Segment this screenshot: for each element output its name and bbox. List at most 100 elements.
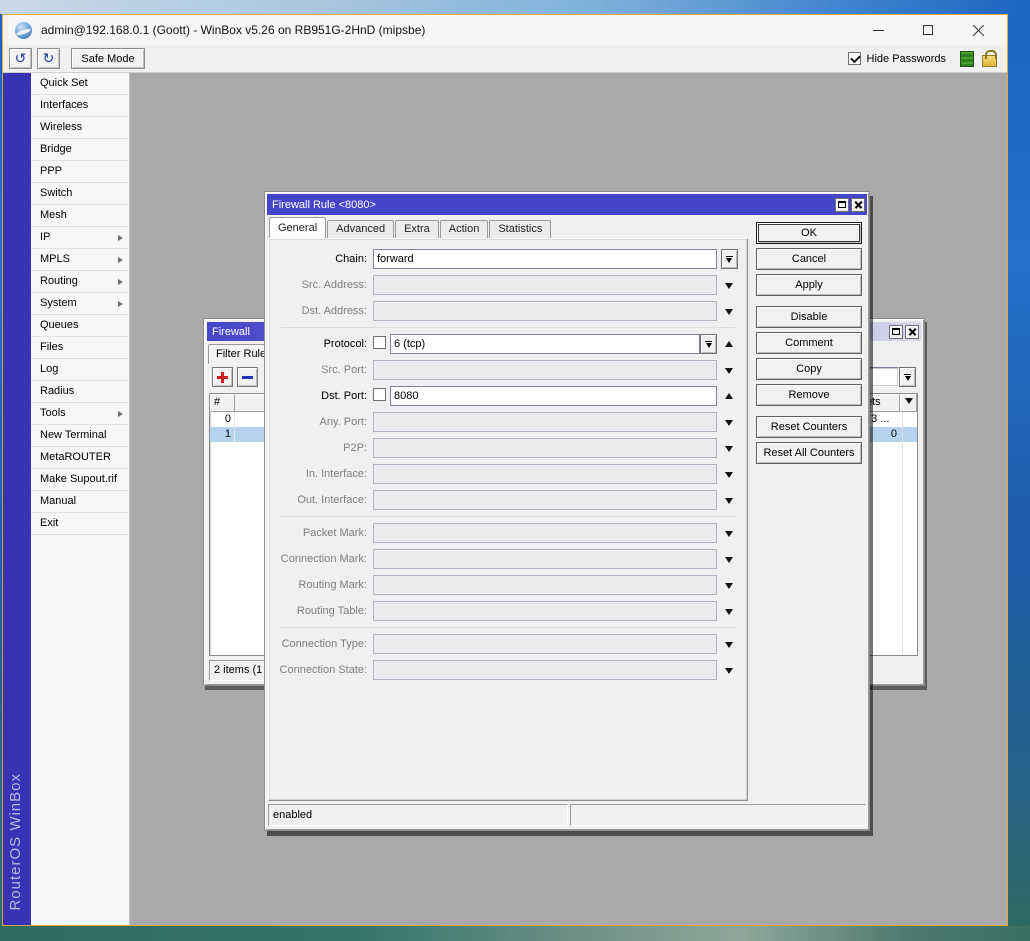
expand-down-arrow-icon[interactable] (725, 445, 733, 456)
dialog-maximize-button[interactable] (835, 197, 849, 212)
form-row: Chain: forward (269, 249, 741, 269)
field-input[interactable] (373, 464, 717, 484)
field-input[interactable]: forward (373, 249, 717, 269)
maximize-button[interactable] (919, 21, 937, 39)
dialog-button[interactable]: Comment (756, 332, 862, 354)
dialog-button[interactable]: Reset Counters (756, 416, 862, 438)
form-row: Routing Table: (269, 601, 741, 621)
main-titlebar[interactable]: admin@192.168.0.1 (Goott) - WinBox v5.26… (3, 15, 1007, 45)
undo-button[interactable] (9, 48, 32, 69)
field-input[interactable] (373, 301, 717, 321)
dialog-tab[interactable]: Statistics (489, 220, 552, 238)
expand-down-arrow-icon[interactable] (725, 419, 733, 430)
form-row: Routing Mark: (269, 575, 741, 595)
sidebar-item[interactable]: Queues (31, 315, 129, 337)
field-label: Dst. Port: (321, 390, 367, 402)
sidebar-item[interactable]: Tools (31, 403, 129, 425)
form-row: Protocol: 6 (tcp) (269, 334, 741, 354)
add-rule-button[interactable] (212, 367, 233, 387)
sidebar-item[interactable]: MPLS (31, 249, 129, 271)
field-input[interactable] (373, 575, 717, 595)
field-input[interactable] (373, 412, 717, 432)
dialog-tab[interactable]: Extra (395, 220, 439, 238)
combo-dropdown-button[interactable] (700, 334, 717, 354)
sidebar-item[interactable]: Quick Set (31, 73, 129, 95)
expand-down-arrow-icon[interactable] (725, 308, 733, 319)
dialog-button[interactable]: Reset All Counters (756, 442, 862, 464)
sidebar-item[interactable]: MetaROUTER (31, 447, 129, 469)
sidebar-item-label: New Terminal (40, 429, 107, 441)
rule-packets-cell: 0 (890, 428, 897, 440)
field-input[interactable] (373, 660, 717, 680)
sidebar-item[interactable]: Exit (31, 513, 129, 535)
field-checkbox[interactable] (373, 336, 386, 349)
sidebar-item[interactable]: Files (31, 337, 129, 359)
field-input[interactable]: 8080 (390, 386, 717, 406)
dialog-close-button[interactable] (851, 197, 865, 212)
expand-down-arrow-icon[interactable] (725, 282, 733, 293)
field-input[interactable] (373, 438, 717, 458)
remove-rule-button[interactable] (237, 367, 258, 387)
sidebar-item[interactable]: Wireless (31, 117, 129, 139)
dialog-button[interactable]: Remove (756, 384, 862, 406)
sidebar-item[interactable]: Mesh (31, 205, 129, 227)
sidebar-item[interactable]: IP (31, 227, 129, 249)
firewall-rule-dialog[interactable]: Firewall Rule <8080> General Advanced Ex… (264, 191, 870, 831)
sidebar-item[interactable]: Interfaces (31, 95, 129, 117)
sidebar-item[interactable]: Make Supout.rif (31, 469, 129, 491)
collapse-up-arrow-icon[interactable] (725, 337, 733, 347)
field-input[interactable]: 6 (tcp) (390, 334, 700, 354)
dialog-button[interactable]: Copy (756, 358, 862, 380)
field-input[interactable] (373, 275, 717, 295)
firewall-close-button[interactable] (905, 324, 919, 339)
expand-down-arrow-icon[interactable] (725, 471, 733, 482)
hide-passwords-checkbox[interactable] (847, 52, 861, 65)
expand-down-arrow-icon[interactable] (725, 608, 733, 619)
expand-down-arrow-icon[interactable] (725, 556, 733, 567)
dialog-titlebar[interactable]: Firewall Rule <8080> (267, 194, 867, 215)
dialog-button[interactable]: Disable (756, 306, 862, 328)
sidebar-item[interactable]: Switch (31, 183, 129, 205)
expand-down-arrow-icon[interactable] (725, 641, 733, 652)
redo-button[interactable] (37, 48, 60, 69)
sidebar-item[interactable]: New Terminal (31, 425, 129, 447)
close-button[interactable] (969, 21, 987, 39)
field-input[interactable] (373, 601, 717, 621)
safe-mode-button[interactable]: Safe Mode (71, 48, 145, 69)
header-filter-button[interactable] (900, 394, 917, 412)
minimize-button[interactable] (869, 21, 887, 39)
dialog-button[interactable]: Cancel (756, 248, 862, 270)
form-row: P2P: (269, 438, 741, 458)
sidebar-item-label: Bridge (40, 143, 72, 155)
dialog-tab[interactable]: Advanced (327, 220, 395, 238)
dialog-button[interactable]: Apply (756, 274, 862, 296)
chain-filter-dropdown-button[interactable] (899, 367, 916, 387)
sidebar-item[interactable]: System (31, 293, 129, 315)
field-input[interactable] (373, 490, 717, 510)
dialog-tab[interactable]: Action (439, 220, 489, 238)
sidebar-item[interactable]: Bridge (31, 139, 129, 161)
combo-dropdown-button[interactable] (720, 249, 738, 269)
column-header-number[interactable]: # (210, 394, 235, 412)
expand-down-arrow-icon[interactable] (725, 667, 733, 678)
sidebar-item[interactable]: Routing (31, 271, 129, 293)
status-bar-right (570, 804, 866, 826)
dialog-button[interactable]: OK (756, 222, 862, 244)
field-input[interactable] (373, 634, 717, 654)
sidebar-item[interactable]: PPP (31, 161, 129, 183)
sidebar-item[interactable]: Log (31, 359, 129, 381)
firewall-maximize-button[interactable] (889, 324, 903, 339)
field-input[interactable] (373, 360, 717, 380)
sidebar-item[interactable]: Radius (31, 381, 129, 403)
expand-down-arrow-icon[interactable] (725, 367, 733, 378)
sidebar-item-label: Queues (40, 319, 79, 331)
expand-down-arrow-icon[interactable] (725, 530, 733, 541)
expand-down-arrow-icon[interactable] (725, 497, 733, 508)
field-input[interactable] (373, 549, 717, 569)
dialog-tab[interactable]: General (269, 217, 327, 238)
field-checkbox[interactable] (373, 388, 386, 401)
expand-down-arrow-icon[interactable] (725, 582, 733, 593)
sidebar-item[interactable]: Manual (31, 491, 129, 513)
field-input[interactable] (373, 523, 717, 543)
collapse-up-arrow-icon[interactable] (725, 389, 733, 399)
